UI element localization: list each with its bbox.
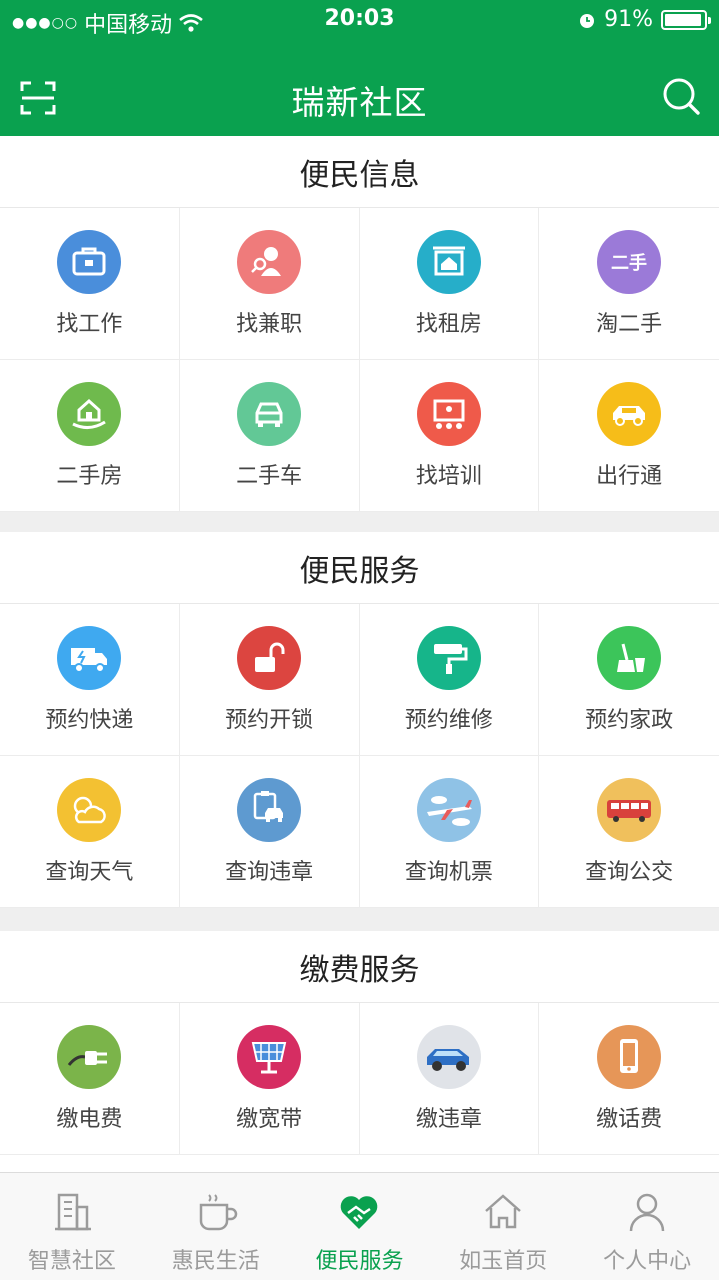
grid-item-pay-electricity[interactable]: 缴电费: [0, 1003, 180, 1155]
coffee-cup-icon: [199, 1194, 237, 1231]
grid-item-query-violation[interactable]: 查询违章: [179, 756, 360, 908]
battery-percent: 91%: [604, 7, 653, 32]
briefcase-icon: [57, 230, 122, 294]
second-hand-glyph: 二手: [611, 252, 647, 274]
grid-item-label: 找兼职: [236, 312, 303, 337]
grid-item-used-car[interactable]: 二手车: [179, 360, 360, 512]
car-icon: [237, 382, 302, 446]
rent-house-icon: [416, 230, 481, 294]
home-icon: [485, 1194, 522, 1229]
grid-item-pay-phone[interactable]: 缴话费: [539, 1003, 719, 1155]
weather-icon: [57, 778, 122, 842]
person-search-icon: [237, 230, 302, 294]
grid-item-label: 预约家政: [585, 708, 674, 733]
plug-icon: [57, 1025, 122, 1089]
grid-item-label: 预约快递: [45, 708, 134, 733]
tab-label: 如玉首页: [459, 1249, 548, 1274]
user-icon: [629, 1193, 665, 1232]
grid-item-book-unlock[interactable]: 预约开锁: [179, 604, 360, 756]
phone-icon: [597, 1025, 662, 1089]
tab-benefit-life[interactable]: 惠民生活: [144, 1173, 288, 1280]
grid-item-find-rental[interactable]: 找租房: [359, 208, 540, 360]
grid-item-query-flight[interactable]: 查询机票: [359, 756, 540, 908]
tab-label: 个人中心: [603, 1249, 692, 1274]
section-title: 便民服务: [0, 532, 719, 604]
section-services: 便民服务 预约快递 预约开锁 预约维修 预约家政 查询天气 查询违章 查询机票 …: [0, 532, 719, 908]
grid-item-label: 淘二手: [596, 312, 663, 337]
bus-icon: [597, 778, 662, 842]
airplane-icon: [416, 778, 481, 842]
grid-item-label: 查询机票: [404, 860, 493, 885]
payment-grid: 缴电费 缴宽带 缴违章 缴话费: [0, 1003, 719, 1155]
tab-label: 惠民生活: [171, 1249, 260, 1274]
broom-bucket-icon: [597, 626, 662, 690]
tab-bar: 智慧社区 惠民生活 便民服务 如玉首页 个人中心: [0, 1172, 719, 1280]
heart-handshake-icon: [341, 1196, 378, 1229]
section-payment: 缴费服务 缴电费 缴宽带 缴违章 缴话费: [0, 931, 719, 1172]
grid-item-find-parttime[interactable]: 找兼职: [179, 208, 360, 360]
page-title: 瑞新社区: [291, 83, 428, 122]
battery-icon: [661, 9, 711, 30]
grid-item-travel[interactable]: 出行通: [539, 360, 719, 512]
tab-label: 智慧社区: [27, 1249, 116, 1274]
grid-item-label: 找培训: [415, 464, 482, 489]
building-icon: [54, 1193, 91, 1231]
grid-item-label: 缴违章: [415, 1107, 482, 1132]
blue-car-icon: [416, 1025, 481, 1089]
grid-item-find-job[interactable]: 找工作: [0, 208, 180, 360]
grid-item-label: 找工作: [56, 312, 123, 337]
section-title: 缴费服务: [0, 931, 719, 1003]
grid-item-label: 缴宽带: [236, 1107, 303, 1132]
grid-item-book-express[interactable]: 预约快递: [0, 604, 180, 756]
grid-item-label: 二手房: [56, 464, 123, 489]
grid-item-used-house[interactable]: 二手房: [0, 360, 180, 512]
paint-roller-icon: [416, 626, 481, 690]
unlock-icon: [237, 626, 302, 690]
status-right: 91%: [578, 7, 711, 32]
taxi-icon: [597, 382, 662, 446]
grid-item-second-hand[interactable]: 二手 淘二手: [539, 208, 719, 360]
grid-item-query-bus[interactable]: 查询公交: [539, 756, 719, 908]
grid-item-label: 查询违章: [225, 860, 314, 885]
house-hand-icon: [57, 382, 122, 446]
grid-item-label: 找租房: [415, 312, 482, 337]
info-grid: 找工作 找兼职 找租房 二手 淘二手 二手房 二手车 找培训 出行通: [0, 208, 719, 512]
nav-bar: 瑞新社区: [0, 54, 719, 136]
tab-personal-center[interactable]: 个人中心: [575, 1173, 719, 1280]
grid-item-book-housekeeping[interactable]: 预约家政: [539, 604, 719, 756]
grid-item-label: 二手车: [236, 464, 303, 489]
tab-smart-community[interactable]: 智慧社区: [0, 1173, 144, 1280]
training-board-icon: [416, 382, 481, 446]
grid-item-label: 查询公交: [585, 860, 674, 885]
grid-item-label: 缴电费: [56, 1107, 123, 1132]
tab-convenience-services[interactable]: 便民服务: [288, 1173, 432, 1280]
top-bar: ●●●○○ 中国移动 20:03 91% 瑞新社区: [0, 0, 719, 136]
search-icon[interactable]: [661, 76, 701, 116]
grid-item-query-weather[interactable]: 查询天气: [0, 756, 180, 908]
section-title: 便民信息: [0, 136, 719, 208]
section-info: 便民信息 找工作 找兼职 找租房 二手 淘二手 二手房 二手车 找培训 出行通: [0, 136, 719, 512]
grid-item-pay-broadband[interactable]: 缴宽带: [179, 1003, 360, 1155]
grid-item-pay-violation[interactable]: 缴违章: [359, 1003, 540, 1155]
grid-item-label: 缴话费: [596, 1107, 663, 1132]
grid-item-label: 查询天气: [45, 860, 134, 885]
clipboard-car-icon: [237, 778, 302, 842]
grid-item-label: 预约维修: [404, 708, 493, 733]
tab-ruyu-home[interactable]: 如玉首页: [431, 1173, 575, 1280]
tab-label: 便民服务: [315, 1249, 404, 1274]
grid-item-find-training[interactable]: 找培训: [359, 360, 540, 512]
delivery-truck-icon: [57, 626, 122, 690]
status-bar: ●●●○○ 中国移动 20:03 91%: [0, 0, 719, 40]
grid-item-book-repair[interactable]: 预约维修: [359, 604, 540, 756]
alarm-icon: [580, 13, 595, 28]
second-hand-icon: 二手: [597, 230, 662, 294]
grid-item-label: 预约开锁: [225, 708, 314, 733]
grid-item-label: 出行通: [596, 464, 663, 489]
services-grid: 预约快递 预约开锁 预约维修 预约家政 查询天气 查询违章 查询机票 查询公交: [0, 604, 719, 908]
solar-panel-icon: [237, 1025, 302, 1089]
